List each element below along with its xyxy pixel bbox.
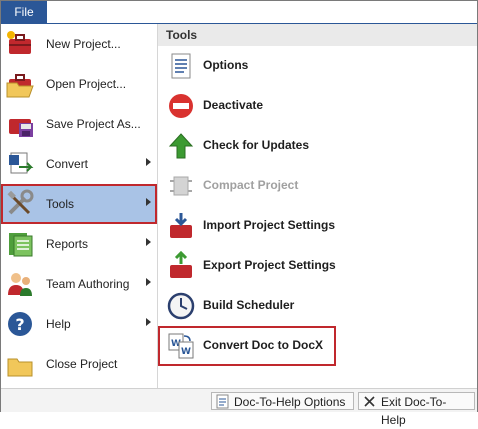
tools-item-label: Export Project Settings bbox=[203, 258, 336, 272]
tools-item-import-project-settings[interactable]: Import Project Settings bbox=[158, 206, 477, 246]
svg-text:W: W bbox=[181, 347, 191, 357]
menu-item-label: Close Project bbox=[46, 357, 118, 371]
menu-item-team-authoring[interactable]: Team Authoring bbox=[1, 264, 157, 304]
backstage-footer: Doc-To-Help Options Exit Doc-To-Help bbox=[1, 388, 477, 427]
tools-item-label: Import Project Settings bbox=[203, 218, 336, 232]
open-project-icon bbox=[5, 69, 35, 99]
submenu-arrow-icon bbox=[146, 318, 151, 326]
close-project-icon bbox=[5, 349, 35, 379]
menu-item-help[interactable]: ? Help bbox=[1, 304, 157, 344]
check-updates-icon bbox=[166, 131, 196, 161]
close-icon bbox=[362, 394, 377, 409]
menu-item-tools[interactable]: Tools bbox=[1, 184, 157, 224]
tools-icon bbox=[5, 189, 35, 219]
tools-pane: Tools Options Deactivate Check for Updat… bbox=[158, 24, 477, 388]
reports-icon bbox=[5, 229, 35, 259]
menu-item-label: Reports bbox=[46, 237, 89, 251]
convert-icon bbox=[5, 149, 35, 179]
menu-item-label: Save Project As... bbox=[46, 117, 141, 131]
backstage-window: File New Project... Open Project... Save… bbox=[0, 0, 478, 427]
backstage-menu: New Project... Open Project... Save Proj… bbox=[1, 24, 157, 388]
tools-item-convert-doc-to-docx[interactable]: W W Convert Doc to DocX bbox=[158, 326, 336, 366]
deactivate-icon bbox=[166, 91, 196, 121]
menu-item-label: Help bbox=[46, 317, 71, 331]
tools-item-label: Compact Project bbox=[203, 178, 299, 192]
build-scheduler-icon bbox=[166, 291, 196, 321]
tools-item-label: Convert Doc to DocX bbox=[203, 338, 324, 352]
convert-doc-icon: W W bbox=[166, 331, 196, 361]
tools-item-deactivate[interactable]: Deactivate bbox=[158, 86, 477, 126]
menu-item-label: Open Project... bbox=[46, 77, 127, 91]
menu-item-save-project-as[interactable]: Save Project As... bbox=[1, 104, 157, 144]
ribbon-tab-bar: File bbox=[1, 1, 477, 24]
doc-to-help-options-button[interactable]: Doc-To-Help Options bbox=[211, 392, 354, 410]
menu-item-reports[interactable]: Reports bbox=[1, 224, 157, 264]
file-tab[interactable]: File bbox=[1, 1, 47, 23]
tools-item-build-scheduler[interactable]: Build Scheduler bbox=[158, 286, 477, 326]
export-settings-icon bbox=[166, 250, 196, 281]
submenu-arrow-icon bbox=[146, 198, 151, 206]
tools-item-compact-project[interactable]: Compact Project bbox=[158, 166, 477, 206]
exit-button-label: Exit Doc-To-Help bbox=[381, 395, 447, 427]
tools-item-label: Deactivate bbox=[203, 98, 264, 112]
new-project-icon bbox=[5, 29, 35, 59]
submenu-arrow-icon bbox=[146, 158, 151, 166]
menu-item-new-project[interactable]: New Project... bbox=[1, 24, 157, 64]
menu-item-open-project[interactable]: Open Project... bbox=[1, 64, 157, 104]
menu-item-close-project[interactable]: Close Project bbox=[1, 344, 157, 384]
submenu-arrow-icon bbox=[146, 278, 151, 286]
tools-item-label: Check for Updates bbox=[203, 138, 310, 152]
exit-doc-to-help-button[interactable]: Exit Doc-To-Help bbox=[358, 392, 475, 427]
options-icon bbox=[166, 51, 196, 81]
tools-item-label: Options bbox=[203, 58, 249, 72]
tools-pane-heading: Tools bbox=[158, 24, 477, 46]
tools-item-options[interactable]: Options bbox=[158, 46, 477, 86]
menu-item-label: Convert bbox=[46, 157, 89, 171]
menu-item-label: Team Authoring bbox=[46, 277, 130, 291]
options-button-label: Doc-To-Help Options bbox=[234, 395, 346, 409]
import-settings-icon bbox=[166, 211, 196, 241]
compact-project-icon bbox=[166, 171, 196, 201]
menu-item-label: New Project... bbox=[46, 37, 121, 51]
submenu-arrow-icon bbox=[146, 238, 151, 246]
team-authoring-icon bbox=[5, 269, 35, 299]
tools-item-check-for-updates[interactable]: Check for Updates bbox=[158, 126, 477, 166]
options-icon bbox=[215, 394, 230, 409]
menu-item-convert[interactable]: Convert bbox=[1, 144, 157, 184]
help-icon: ? bbox=[5, 309, 35, 339]
save-project-icon bbox=[5, 109, 35, 139]
tools-item-export-project-settings[interactable]: Export Project Settings bbox=[158, 246, 477, 286]
tools-item-label: Build Scheduler bbox=[203, 298, 295, 312]
menu-item-label: Tools bbox=[46, 197, 75, 211]
svg-text:?: ? bbox=[15, 315, 24, 334]
